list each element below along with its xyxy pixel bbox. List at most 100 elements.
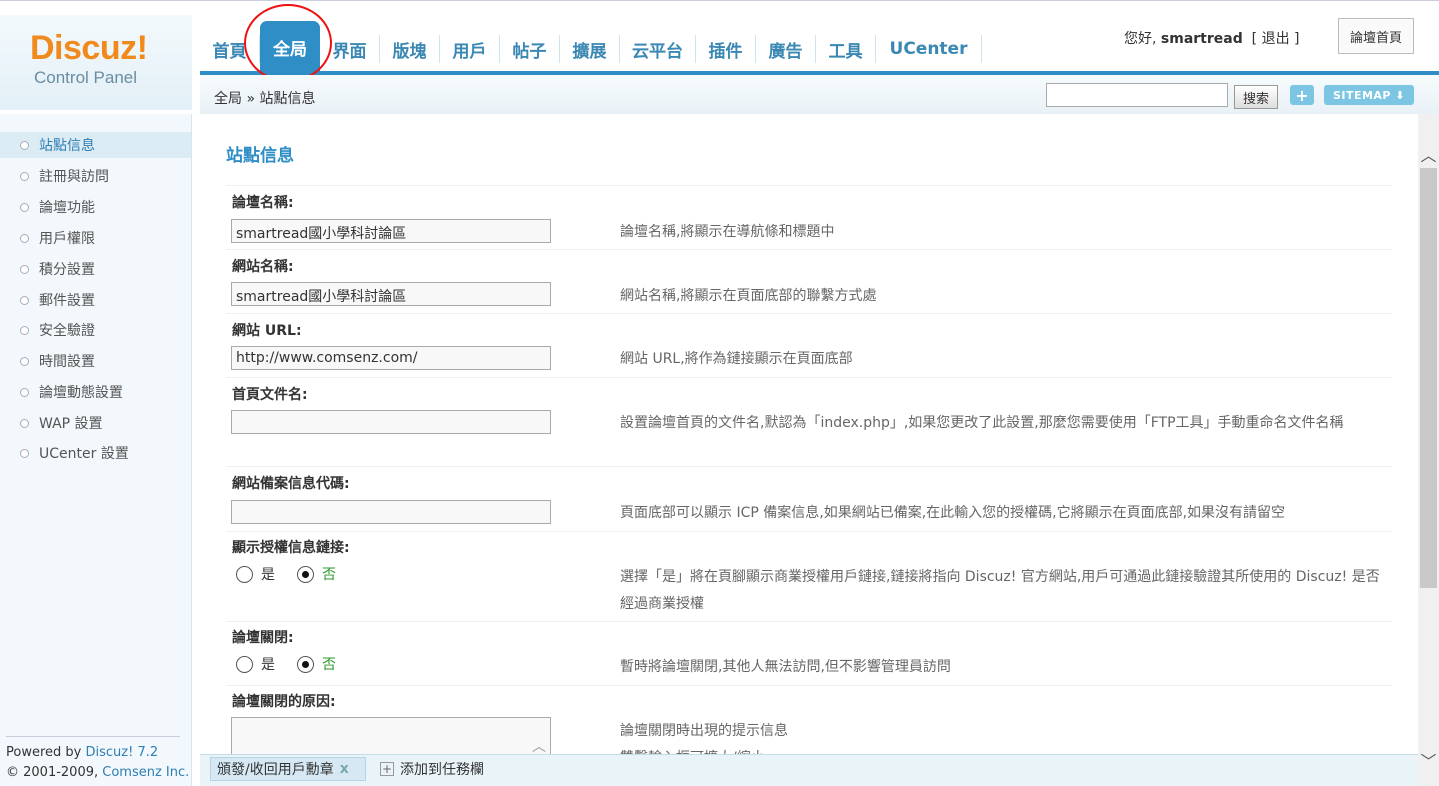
sidebar-item-registration[interactable]: 註冊與訪問 bbox=[0, 163, 191, 189]
bullet-icon bbox=[20, 418, 29, 428]
site-name-label: 網站名稱: bbox=[232, 259, 294, 275]
divider bbox=[226, 621, 1392, 622]
sidebar-item-user-permissions[interactable]: 用戶權限 bbox=[0, 225, 191, 251]
license-link-desc: 選擇「是」將在頁腳顯示商業授權用戶鏈接,鏈接將指向 Discuz! 官方網站,用… bbox=[620, 569, 1380, 612]
divider bbox=[226, 313, 1392, 314]
greeting-text: 您好, bbox=[1124, 31, 1157, 47]
task-medals-label: 頒發/收回用戶勳章 bbox=[217, 762, 334, 778]
sidebar-item-site-info[interactable]: 站點信息 bbox=[0, 132, 191, 158]
divider bbox=[226, 466, 1392, 467]
vertical-scrollbar[interactable]: ︿ ﹀ bbox=[1418, 114, 1439, 786]
sidebar-divider bbox=[6, 736, 180, 737]
logo-brand: Discuz! bbox=[30, 29, 148, 67]
bullet-icon bbox=[20, 448, 29, 458]
sidebar-item-label: 時間設置 bbox=[39, 354, 95, 370]
sidebar-item-security[interactable]: 安全驗證 bbox=[0, 317, 191, 343]
site-url-desc: 網站 URL,將作為鏈接顯示在頁面底部 bbox=[620, 351, 853, 367]
divider bbox=[226, 377, 1392, 378]
tab-extensions[interactable]: 擴展 bbox=[560, 35, 620, 63]
sidebar-item-label: 積分設置 bbox=[39, 262, 95, 278]
task-medals[interactable]: 頒發/收回用戶勳章 x bbox=[210, 757, 366, 781]
close-reason-desc-line1: 論壇關閉時出現的提示信息 bbox=[620, 723, 788, 739]
sidebar-item-label: 郵件設置 bbox=[39, 293, 95, 309]
forum-closed-desc: 暫時將論壇關閉,其他人無法訪問,但不影響管理員訪問 bbox=[620, 659, 951, 675]
forum-name-input[interactable]: smartread國小學科討論區 bbox=[231, 219, 551, 243]
closed-yes-label: 是 bbox=[261, 657, 275, 673]
index-file-label: 首頁文件名: bbox=[232, 387, 308, 403]
taskbar: 頒發/收回用戶勳章 x + 添加到任務欄 bbox=[200, 754, 1418, 786]
scroll-thumb[interactable] bbox=[1420, 168, 1437, 588]
sidebar-item-ucenter[interactable]: UCenter 設置 bbox=[0, 440, 191, 466]
plus-icon: + bbox=[380, 762, 394, 776]
sidebar-item-time[interactable]: 時間設置 bbox=[0, 348, 191, 374]
license-yes-label: 是 bbox=[261, 567, 275, 583]
tab-ads[interactable]: 廣告 bbox=[756, 35, 816, 63]
powered-prefix: Powered by bbox=[6, 745, 82, 760]
sidebar-item-label: WAP 設置 bbox=[39, 416, 103, 432]
search-input[interactable] bbox=[1046, 83, 1228, 107]
bullet-icon bbox=[20, 356, 29, 366]
tab-plugins[interactable]: 插件 bbox=[696, 35, 756, 63]
bullet-icon bbox=[20, 264, 29, 274]
sidebar-item-label: 用戶權限 bbox=[39, 231, 95, 247]
copyright-prefix: © 2001-2009, bbox=[6, 765, 99, 780]
logo[interactable]: Discuz! Control Panel bbox=[0, 15, 192, 110]
closed-no-label: 否 bbox=[322, 657, 336, 673]
sidebar-item-forum-feed[interactable]: 論壇動態設置 bbox=[0, 379, 191, 405]
search-button[interactable]: 搜索 bbox=[1234, 85, 1278, 109]
closed-no-radio[interactable] bbox=[297, 655, 314, 673]
copyright-link[interactable]: Comsenz Inc. bbox=[102, 765, 189, 780]
sidebar-item-wap[interactable]: WAP 設置 bbox=[0, 410, 191, 436]
tab-forums[interactable]: 版塊 bbox=[380, 35, 440, 63]
scroll-up-icon[interactable]: ︿ bbox=[1418, 144, 1439, 165]
forum-name-desc: 論壇名稱,將顯示在導航條和標題中 bbox=[620, 224, 835, 240]
site-url-input[interactable]: http://www.comsenz.com/ bbox=[231, 346, 551, 370]
sidebar-item-label: 安全驗證 bbox=[39, 323, 95, 339]
forum-closed-label: 論壇關閉: bbox=[232, 630, 294, 646]
sitemap-button[interactable]: SITEMAP ⬇ bbox=[1324, 85, 1414, 105]
divider bbox=[226, 249, 1392, 250]
forum-closed-radios: 是 否 bbox=[236, 654, 358, 674]
scroll-down-icon[interactable]: ﹀ bbox=[1418, 750, 1439, 771]
bullet-icon bbox=[20, 171, 29, 181]
user-greeting: 您好, smartread [ 退出 ] bbox=[1124, 28, 1299, 48]
icp-desc: 頁面底部可以顯示 ICP 備案信息,如果網站已備案,在此輸入您的授權碼,它將顯示… bbox=[620, 505, 1286, 521]
add-shortcut-button[interactable]: + bbox=[1290, 85, 1314, 105]
sidebar-item-forum-features[interactable]: 論壇功能 bbox=[0, 194, 191, 220]
icp-label: 網站備案信息代碼: bbox=[232, 476, 350, 492]
site-url-label: 網站 URL: bbox=[232, 323, 302, 339]
add-to-taskbar[interactable]: + 添加到任務欄 bbox=[380, 757, 484, 781]
bullet-icon bbox=[20, 387, 29, 397]
close-icon[interactable]: x bbox=[340, 761, 349, 777]
index-file-input[interactable] bbox=[231, 410, 551, 434]
license-link-label: 顯示授權信息鏈接: bbox=[232, 540, 350, 556]
icp-input[interactable] bbox=[231, 500, 551, 524]
closed-yes-radio[interactable] bbox=[236, 655, 253, 673]
sidebar-item-credits[interactable]: 積分設置 bbox=[0, 256, 191, 282]
add-to-taskbar-label: 添加到任務欄 bbox=[400, 762, 484, 778]
breadcrumb: 全局 » 站點信息 bbox=[214, 91, 316, 107]
logo-subtitle: Control Panel bbox=[34, 68, 138, 87]
license-yes-radio[interactable] bbox=[236, 565, 253, 583]
close-reason-textarea[interactable]: ︿ bbox=[231, 717, 551, 754]
bullet-icon bbox=[20, 295, 29, 305]
sidebar-item-mail[interactable]: 郵件設置 bbox=[0, 287, 191, 313]
license-no-radio[interactable] bbox=[297, 565, 314, 583]
divider bbox=[226, 531, 1392, 532]
logout-link[interactable]: [ 退出 ] bbox=[1252, 31, 1300, 47]
chevron-up-icon[interactable]: ︿ bbox=[532, 736, 546, 754]
bullet-icon bbox=[20, 325, 29, 335]
tab-posts[interactable]: 帖子 bbox=[500, 35, 560, 63]
license-no-label: 否 bbox=[322, 567, 336, 583]
license-link-radios: 是 否 bbox=[236, 564, 358, 584]
tab-ucenter[interactable]: UCenter bbox=[876, 35, 982, 63]
tab-tools[interactable]: 工具 bbox=[816, 35, 876, 63]
tab-cloud[interactable]: 云平台 bbox=[620, 35, 696, 63]
forum-home-button[interactable]: 論壇首頁 bbox=[1338, 18, 1414, 54]
powered-link[interactable]: Discuz! 7.2 bbox=[86, 745, 159, 760]
powered-by: Powered by Discuz! 7.2 © 2001-2009, Coms… bbox=[6, 743, 189, 783]
site-name-desc: 網站名稱,將顯示在頁面底部的聯繫方式處 bbox=[620, 288, 877, 304]
tab-users[interactable]: 用戶 bbox=[440, 35, 500, 63]
highlight-circle bbox=[244, 4, 332, 82]
site-name-input[interactable]: smartread國小學科討論區 bbox=[231, 282, 551, 306]
